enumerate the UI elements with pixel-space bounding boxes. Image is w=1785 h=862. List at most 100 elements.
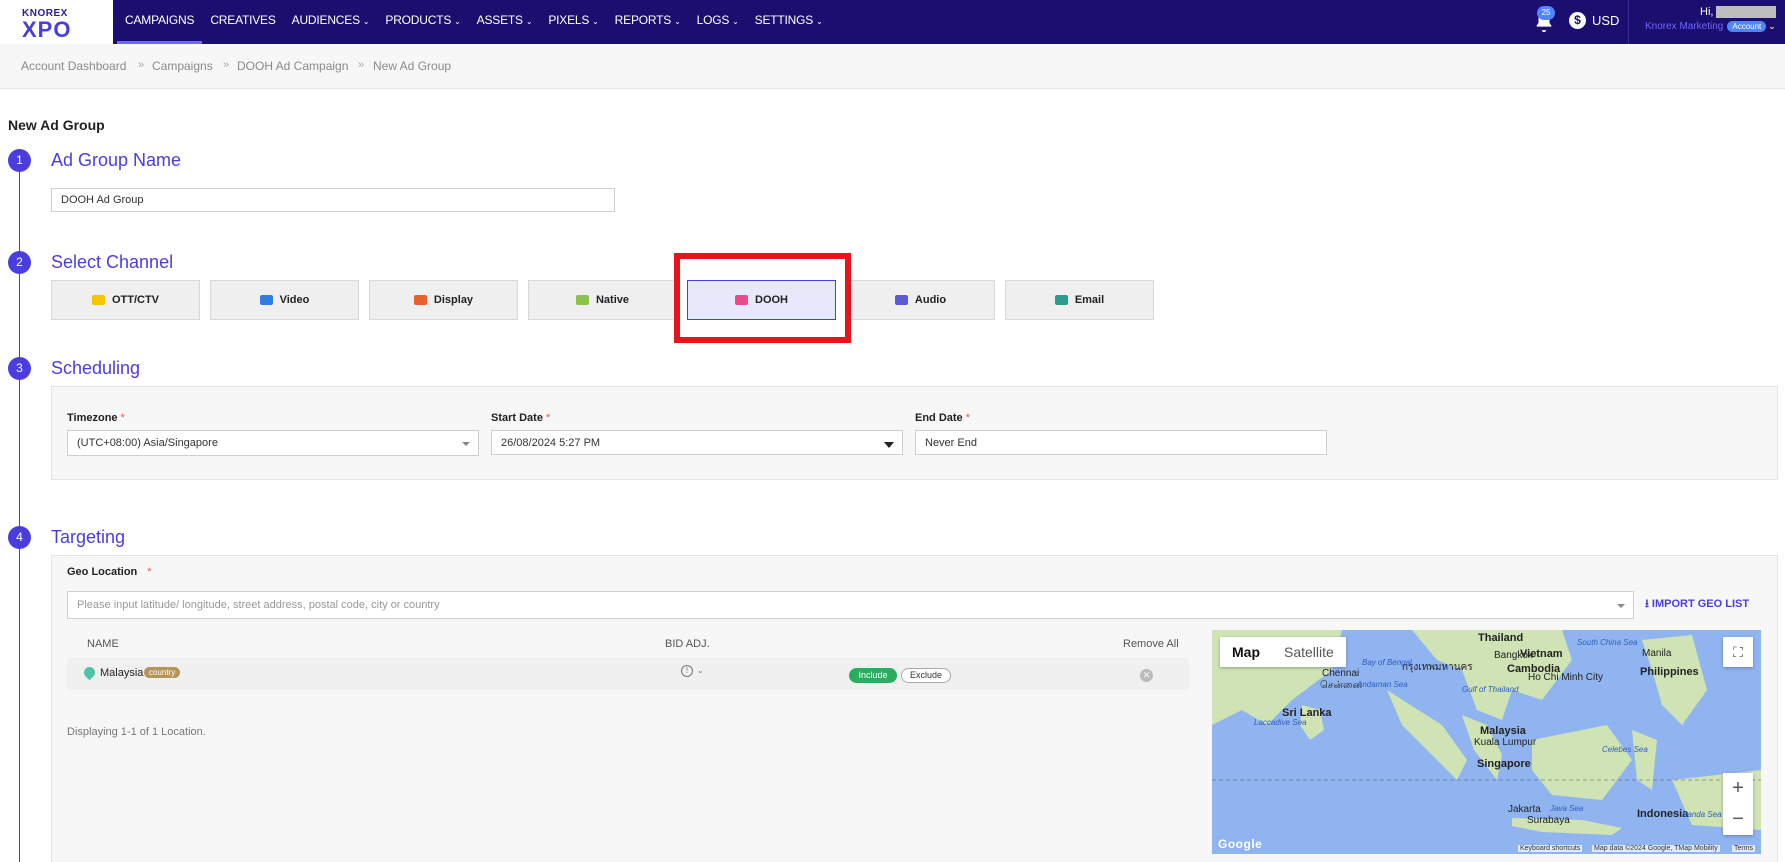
breadcrumb-separator: »	[358, 59, 365, 71]
end-date-input[interactable]: Never End	[915, 430, 1327, 455]
breadcrumb-account-dashboard[interactable]: Account Dashboard	[21, 59, 126, 73]
account-switcher[interactable]: Knorex Marketing Account ⌄	[1645, 21, 1776, 32]
map-label: Java Sea	[1550, 804, 1584, 813]
channel-ott-ctv-button[interactable]: OTT/CTV	[51, 280, 200, 320]
map-label: Manila	[1642, 648, 1672, 659]
map-label: Banda Sea	[1682, 810, 1722, 819]
nav-menu-audiences[interactable]: AUDIENCES ⌄	[284, 0, 378, 44]
map-label: Kuala Lumpur	[1474, 737, 1537, 748]
chevron-down-icon: ⌄	[454, 17, 461, 26]
breadcrumb-dooh-campaign[interactable]: DOOH Ad Campaign	[237, 59, 348, 73]
map-label: South China Sea	[1577, 638, 1638, 647]
nav-menu-pixels[interactable]: PIXELS ⌄	[540, 0, 606, 44]
channel-label: Display	[433, 294, 474, 306]
geo-placeholder: Please input latitude/ longitude, street…	[77, 599, 440, 611]
start-date-input[interactable]: 26/08/2024 5:27 PM	[491, 430, 903, 455]
nav-menu-settings[interactable]: SETTINGS ⌄	[747, 0, 831, 44]
nav-menu-assets[interactable]: ASSETS ⌄	[469, 0, 541, 44]
map-label: Gulf of Thailand	[1462, 685, 1519, 694]
chevron-down-icon: ⌄	[732, 17, 739, 26]
nav-menu-label: CREATIVES	[210, 13, 276, 27]
exclude-toggle[interactable]: Exclude	[901, 668, 951, 683]
zoom-out-button[interactable]: −	[1723, 804, 1753, 835]
channel-video-button[interactable]: Video	[210, 280, 359, 320]
map-attribution: Map data ©2024 Google, TMap Mobility	[1592, 845, 1720, 852]
map-terms-link[interactable]: Terms	[1732, 845, 1756, 852]
geo-location-input[interactable]: Please input latitude/ longitude, street…	[67, 591, 1634, 619]
chevron-down-icon: ⌄	[1768, 21, 1776, 31]
timezone-select[interactable]: (UTC+08:00) Asia/Singapore	[67, 430, 479, 456]
include-toggle[interactable]: Include	[849, 668, 897, 683]
nav-menu-label: REPORTS	[614, 13, 672, 27]
channel-display-button[interactable]: Display	[369, 280, 518, 320]
map-label: சென்னை	[1320, 680, 1363, 691]
map-keyboard-shortcuts[interactable]: Keyboard shortcuts	[1518, 845, 1583, 852]
channel-video-icon	[259, 295, 273, 305]
currency-label: USD	[1592, 13, 1620, 28]
nav-menu-reports[interactable]: REPORTS ⌄	[607, 0, 689, 44]
timezone-label: Timezone *	[67, 412, 125, 424]
bid-adjust-icon[interactable]: !	[681, 665, 693, 677]
nav-menu-products[interactable]: PRODUCTS ⌄	[377, 0, 468, 44]
map-label: Thailand	[1478, 632, 1524, 644]
fullscreen-icon[interactable]: ⛶	[1723, 637, 1753, 667]
map-label: Surabaya	[1527, 815, 1570, 826]
geo-map[interactable]: Thailand Bangkok กรุงเทพมหานคร Vietnam South…	[1212, 630, 1761, 854]
breadcrumb-campaigns[interactable]: Campaigns	[152, 59, 213, 73]
channel-audio-button[interactable]: Audio	[846, 280, 995, 320]
chevron-down-icon[interactable]: ⌄	[697, 666, 704, 675]
map-label: Singapore	[1477, 758, 1531, 770]
channel-display-icon	[413, 295, 427, 305]
channel-native-icon	[575, 295, 589, 305]
chevron-down-icon: ⌄	[362, 17, 370, 26]
column-name-header: NAME	[87, 638, 119, 650]
google-logo: Google	[1218, 837, 1263, 851]
remove-all-link[interactable]: Remove All	[1123, 638, 1179, 650]
zoom-controls: + −	[1723, 773, 1753, 835]
nav-menu-logs[interactable]: LOGS ⌄	[689, 0, 747, 44]
nav-menu-label: SETTINGS	[754, 13, 814, 27]
map-tab-map[interactable]: Map	[1220, 637, 1272, 667]
nav-menu-label: AUDIENCES	[291, 13, 360, 27]
channel-native-button[interactable]: Native	[528, 280, 677, 320]
section-scheduling-title: Scheduling	[51, 358, 141, 378]
knorex-xpo-logo[interactable]: KNOREX XPO	[0, 0, 113, 44]
map-label: กรุงเทพมหานคร	[1402, 662, 1473, 673]
map-type-tabs: Map Satellite	[1220, 637, 1346, 667]
currency-selector[interactable]: $ USD	[1569, 12, 1619, 29]
dollar-icon: $	[1569, 12, 1586, 29]
zoom-in-button[interactable]: +	[1723, 773, 1753, 804]
nav-menu-label: PIXELS	[548, 13, 590, 27]
table-row	[67, 658, 1189, 690]
account-name: Knorex Marketing	[1645, 21, 1724, 32]
top-navbar: KNOREX XPO CAMPAIGNS CREATIVES AUDIENCES ⌄ P…	[0, 0, 1785, 44]
import-geo-list-label: IMPORT GEO LIST	[1651, 598, 1750, 610]
greeting-text: Hi,	[1700, 6, 1714, 18]
account-pill: Account	[1727, 21, 1767, 32]
channel-label: Video	[279, 294, 310, 306]
nav-menu-creatives[interactable]: CREATIVES	[202, 0, 283, 44]
chevron-down-icon: ⌄	[525, 17, 533, 26]
section-select-channel-title: Select Channel	[51, 252, 174, 272]
caret-down-icon[interactable]	[884, 441, 894, 448]
user-greeting: Hi,	[1700, 6, 1777, 19]
end-date-label: End Date *	[915, 412, 970, 424]
main-menu: CAMPAIGNS CREATIVES AUDIENCES ⌄ PRODUCTS ⌄ ASS…	[117, 0, 831, 44]
redacted-username	[1716, 6, 1777, 19]
nav-menu-campaigns[interactable]: CAMPAIGNS	[117, 0, 203, 44]
logo-product-text: XPO	[22, 17, 72, 42]
remove-location-icon[interactable]: ✕	[1140, 669, 1153, 682]
ad-group-name-input[interactable]	[51, 188, 615, 212]
map-label: Jakarta	[1508, 804, 1541, 815]
import-geo-list-link[interactable]: ⭳ IMPORT GEO LIST	[1645, 595, 1749, 614]
map-label: Philippines	[1640, 666, 1699, 678]
map-label: Chennai	[1322, 668, 1360, 679]
map-label: Laccadive Sea	[1254, 718, 1307, 727]
map-label: Malaysia	[1480, 725, 1526, 737]
map-tab-satellite[interactable]: Satellite	[1272, 637, 1346, 667]
step-3-badge: 3	[8, 357, 31, 380]
column-bid-adj-header: BID ADJ.	[665, 638, 710, 650]
breadcrumb-separator: »	[138, 59, 145, 71]
channel-email-button[interactable]: Email	[1005, 280, 1154, 320]
nav-menu-label: CAMPAIGNS	[125, 13, 195, 27]
